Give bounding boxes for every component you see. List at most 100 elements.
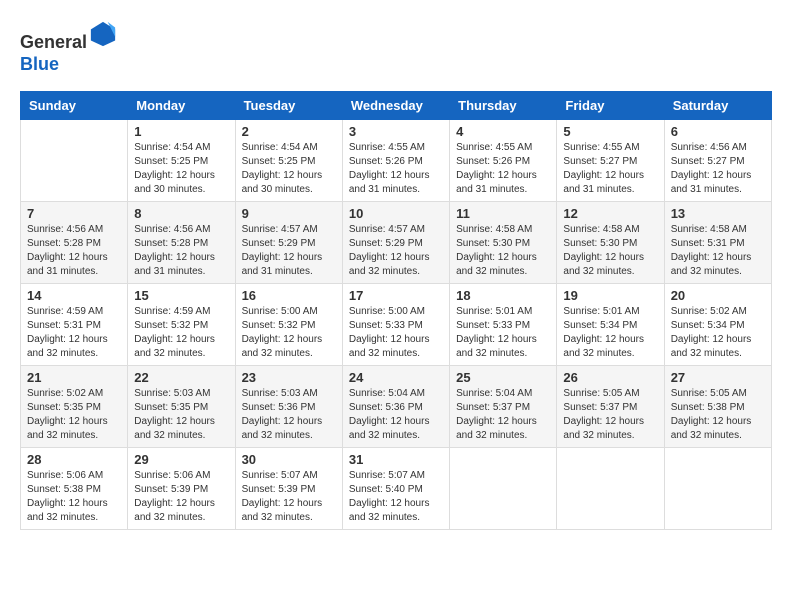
- day-info: Sunrise: 5:05 AM Sunset: 5:38 PM Dayligh…: [671, 387, 765, 443]
- day-info: Sunrise: 5:03 AM Sunset: 5:35 PM Dayligh…: [134, 387, 228, 443]
- calendar-cell: 21 Sunrise: 5:02 AM Sunset: 5:35 PM Dayli…: [21, 366, 128, 448]
- day-info: Sunrise: 5:01 AM Sunset: 5:34 PM Dayligh…: [563, 305, 657, 361]
- day-info: Sunrise: 5:05 AM Sunset: 5:37 PM Dayligh…: [563, 387, 657, 443]
- day-info: Sunrise: 4:54 AM Sunset: 5:25 PM Dayligh…: [134, 141, 228, 197]
- day-number: 21: [27, 370, 121, 385]
- calendar-week-row: 14 Sunrise: 4:59 AM Sunset: 5:31 PM Dayli…: [21, 284, 772, 366]
- day-number: 24: [349, 370, 443, 385]
- day-number: 20: [671, 288, 765, 303]
- day-info: Sunrise: 5:03 AM Sunset: 5:36 PM Dayligh…: [242, 387, 336, 443]
- calendar-cell: 24 Sunrise: 5:04 AM Sunset: 5:36 PM Dayli…: [342, 366, 449, 448]
- day-info: Sunrise: 5:04 AM Sunset: 5:36 PM Dayligh…: [349, 387, 443, 443]
- day-info: Sunrise: 4:55 AM Sunset: 5:26 PM Dayligh…: [349, 141, 443, 197]
- day-info: Sunrise: 5:06 AM Sunset: 5:38 PM Dayligh…: [27, 469, 121, 525]
- day-info: Sunrise: 4:54 AM Sunset: 5:25 PM Dayligh…: [242, 141, 336, 197]
- calendar-week-row: 28 Sunrise: 5:06 AM Sunset: 5:38 PM Dayli…: [21, 448, 772, 530]
- page-header: General Blue: [20, 20, 772, 75]
- day-info: Sunrise: 5:00 AM Sunset: 5:32 PM Dayligh…: [242, 305, 336, 361]
- day-number: 6: [671, 124, 765, 139]
- day-number: 14: [27, 288, 121, 303]
- calendar-cell: 9Sunrise: 4:57 AM Sunset: 5:29 PM Daylig…: [235, 202, 342, 284]
- weekday-header-row: SundayMondayTuesdayWednesdayThursdayFrid…: [21, 92, 772, 120]
- day-info: Sunrise: 4:56 AM Sunset: 5:27 PM Dayligh…: [671, 141, 765, 197]
- calendar-cell: 17 Sunrise: 5:00 AM Sunset: 5:33 PM Dayli…: [342, 284, 449, 366]
- calendar-cell: [21, 120, 128, 202]
- day-info: Sunrise: 4:58 AM Sunset: 5:30 PM Dayligh…: [456, 223, 550, 279]
- weekday-header: Sunday: [21, 92, 128, 120]
- day-info: Sunrise: 5:01 AM Sunset: 5:33 PM Dayligh…: [456, 305, 550, 361]
- calendar-cell: 19 Sunrise: 5:01 AM Sunset: 5:34 PM Dayli…: [557, 284, 664, 366]
- day-number: 30: [242, 452, 336, 467]
- calendar-cell: 29Sunrise: 5:06 AM Sunset: 5:39 PM Dayli…: [128, 448, 235, 530]
- day-info: Sunrise: 4:55 AM Sunset: 5:27 PM Dayligh…: [563, 141, 657, 197]
- calendar-cell: 7Sunrise: 4:56 AM Sunset: 5:28 PM Daylig…: [21, 202, 128, 284]
- weekday-header: Wednesday: [342, 92, 449, 120]
- day-number: 25: [456, 370, 550, 385]
- day-number: 26: [563, 370, 657, 385]
- calendar-cell: 23 Sunrise: 5:03 AM Sunset: 5:36 PM Dayli…: [235, 366, 342, 448]
- day-number: 18: [456, 288, 550, 303]
- day-number: 19: [563, 288, 657, 303]
- weekday-header: Saturday: [664, 92, 771, 120]
- day-number: 11: [456, 206, 550, 221]
- day-number: 16: [242, 288, 336, 303]
- logo-general: General: [20, 32, 87, 52]
- calendar-cell: 10Sunrise: 4:57 AM Sunset: 5:29 PM Dayli…: [342, 202, 449, 284]
- calendar-week-row: 1 Sunrise: 4:54 AM Sunset: 5:25 PM Daylig…: [21, 120, 772, 202]
- calendar-cell: 8 Sunrise: 4:56 AM Sunset: 5:28 PM Daylig…: [128, 202, 235, 284]
- day-number: 9: [242, 206, 336, 221]
- calendar-cell: 12Sunrise: 4:58 AM Sunset: 5:30 PM Dayli…: [557, 202, 664, 284]
- day-number: 23: [242, 370, 336, 385]
- day-info: Sunrise: 4:56 AM Sunset: 5:28 PM Dayligh…: [134, 223, 228, 279]
- weekday-header: Thursday: [450, 92, 557, 120]
- logo-blue: Blue: [20, 54, 59, 74]
- day-info: Sunrise: 4:58 AM Sunset: 5:31 PM Dayligh…: [671, 223, 765, 279]
- day-number: 17: [349, 288, 443, 303]
- day-number: 12: [563, 206, 657, 221]
- day-number: 8: [134, 206, 228, 221]
- weekday-header: Monday: [128, 92, 235, 120]
- calendar-week-row: 7Sunrise: 4:56 AM Sunset: 5:28 PM Daylig…: [21, 202, 772, 284]
- calendar-week-row: 21 Sunrise: 5:02 AM Sunset: 5:35 PM Dayli…: [21, 366, 772, 448]
- day-number: 28: [27, 452, 121, 467]
- day-number: 15: [134, 288, 228, 303]
- calendar-cell: 11 Sunrise: 4:58 AM Sunset: 5:30 PM Dayli…: [450, 202, 557, 284]
- calendar-cell: 3Sunrise: 4:55 AM Sunset: 5:26 PM Daylig…: [342, 120, 449, 202]
- day-number: 31: [349, 452, 443, 467]
- logo: General Blue: [20, 20, 117, 75]
- calendar-cell: 1 Sunrise: 4:54 AM Sunset: 5:25 PM Daylig…: [128, 120, 235, 202]
- calendar-cell: 5Sunrise: 4:55 AM Sunset: 5:27 PM Daylig…: [557, 120, 664, 202]
- calendar-cell: [557, 448, 664, 530]
- calendar-cell: 31 Sunrise: 5:07 AM Sunset: 5:40 PM Dayli…: [342, 448, 449, 530]
- day-info: Sunrise: 4:59 AM Sunset: 5:31 PM Dayligh…: [27, 305, 121, 361]
- calendar-cell: 22 Sunrise: 5:03 AM Sunset: 5:35 PM Dayli…: [128, 366, 235, 448]
- day-info: Sunrise: 4:59 AM Sunset: 5:32 PM Dayligh…: [134, 305, 228, 361]
- day-info: Sunrise: 5:07 AM Sunset: 5:39 PM Dayligh…: [242, 469, 336, 525]
- calendar-cell: 18 Sunrise: 5:01 AM Sunset: 5:33 PM Dayli…: [450, 284, 557, 366]
- day-number: 22: [134, 370, 228, 385]
- calendar-cell: 2 Sunrise: 4:54 AM Sunset: 5:25 PM Daylig…: [235, 120, 342, 202]
- day-number: 4: [456, 124, 550, 139]
- calendar-cell: 15 Sunrise: 4:59 AM Sunset: 5:32 PM Dayli…: [128, 284, 235, 366]
- day-number: 2: [242, 124, 336, 139]
- day-info: Sunrise: 4:56 AM Sunset: 5:28 PM Dayligh…: [27, 223, 121, 279]
- calendar-cell: 16 Sunrise: 5:00 AM Sunset: 5:32 PM Dayli…: [235, 284, 342, 366]
- day-number: 1: [134, 124, 228, 139]
- day-info: Sunrise: 5:00 AM Sunset: 5:33 PM Dayligh…: [349, 305, 443, 361]
- calendar-cell: 30 Sunrise: 5:07 AM Sunset: 5:39 PM Dayli…: [235, 448, 342, 530]
- calendar-cell: 14 Sunrise: 4:59 AM Sunset: 5:31 PM Dayli…: [21, 284, 128, 366]
- day-info: Sunrise: 5:07 AM Sunset: 5:40 PM Dayligh…: [349, 469, 443, 525]
- calendar-table: SundayMondayTuesdayWednesdayThursdayFrid…: [20, 91, 772, 530]
- calendar-cell: 13Sunrise: 4:58 AM Sunset: 5:31 PM Dayli…: [664, 202, 771, 284]
- calendar-cell: 27 Sunrise: 5:05 AM Sunset: 5:38 PM Dayli…: [664, 366, 771, 448]
- day-info: Sunrise: 5:02 AM Sunset: 5:35 PM Dayligh…: [27, 387, 121, 443]
- calendar-cell: [450, 448, 557, 530]
- day-info: Sunrise: 5:04 AM Sunset: 5:37 PM Dayligh…: [456, 387, 550, 443]
- logo-icon: [89, 20, 117, 48]
- calendar-cell: 25 Sunrise: 5:04 AM Sunset: 5:37 PM Dayli…: [450, 366, 557, 448]
- day-info: Sunrise: 4:55 AM Sunset: 5:26 PM Dayligh…: [456, 141, 550, 197]
- calendar-cell: 28 Sunrise: 5:06 AM Sunset: 5:38 PM Dayli…: [21, 448, 128, 530]
- day-number: 29: [134, 452, 228, 467]
- day-info: Sunrise: 4:57 AM Sunset: 5:29 PM Dayligh…: [349, 223, 443, 279]
- day-number: 27: [671, 370, 765, 385]
